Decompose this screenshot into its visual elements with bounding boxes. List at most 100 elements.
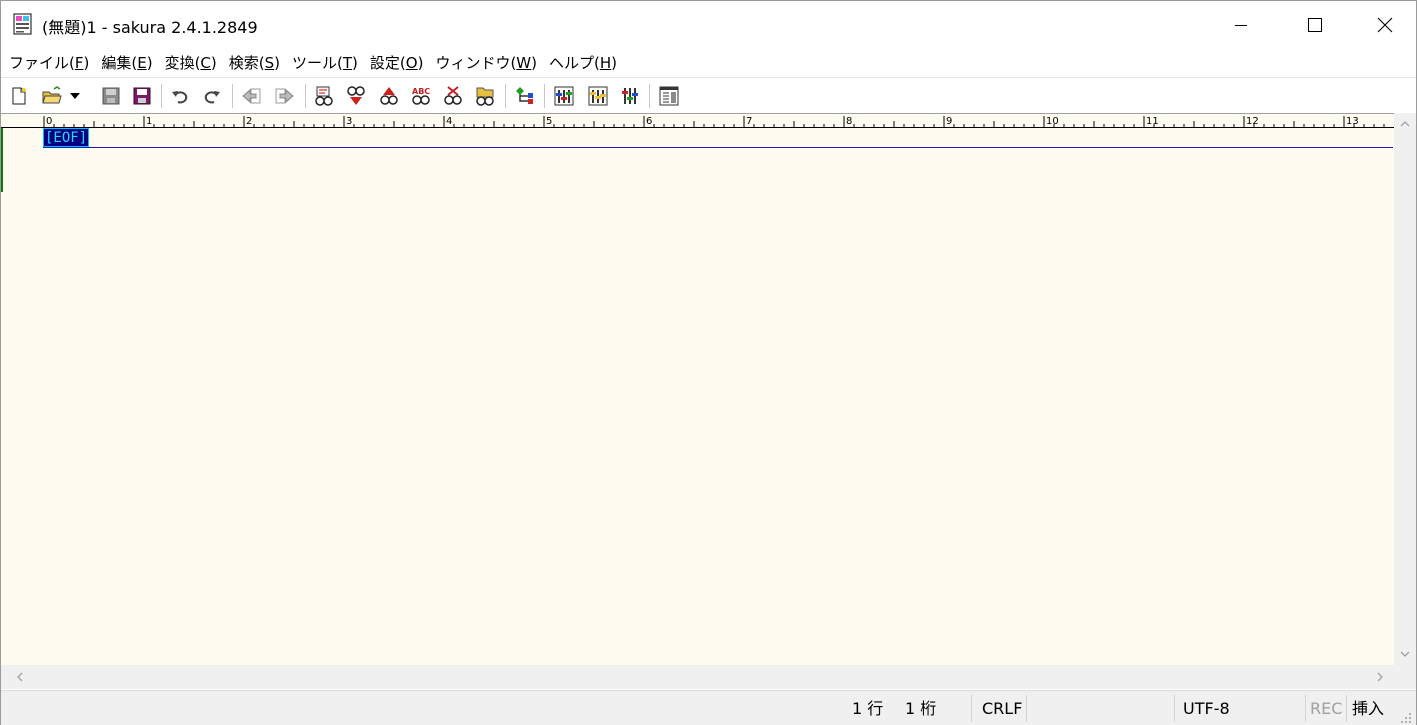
ruler-label: 11: [1146, 116, 1159, 127]
sakura-app-icon[interactable]: [13, 13, 33, 35]
menu-window[interactable]: ウィンドウ(W): [429, 50, 543, 76]
save-button[interactable]: [98, 83, 124, 109]
chevron-down-icon: [70, 93, 80, 99]
undo-icon: [172, 91, 188, 104]
window-list-icon: [659, 86, 679, 106]
svg-text:ABC: ABC: [412, 87, 430, 96]
close-button[interactable]: [1350, 1, 1417, 49]
ruler-label: 6: [646, 116, 652, 127]
app-window: (無題)1 - sakura 2.4.1.2849 ファイル(F) 編集(E) …: [0, 0, 1417, 725]
clear-mark-icon: [444, 86, 462, 105]
open-file-button[interactable]: [39, 83, 65, 109]
ruler-label: 13: [1346, 116, 1359, 127]
menu-edit[interactable]: 編集(E): [95, 50, 158, 76]
new-file-button[interactable]: [6, 83, 32, 109]
window-title: (無題)1 - sakura 2.4.1.2849: [42, 18, 258, 37]
new-file-icon: [12, 87, 26, 105]
ruler-label: 10: [1046, 116, 1059, 127]
grep-folder-icon: [476, 87, 494, 106]
chevron-left-icon: [17, 672, 23, 682]
redo-button[interactable]: [199, 83, 225, 109]
maximize-icon: [1308, 18, 1322, 32]
jump-forward-button[interactable]: [271, 83, 297, 109]
redo-icon: [204, 91, 220, 104]
horizontal-scrollbar[interactable]: [1, 665, 1394, 689]
minimize-icon: [1235, 25, 1247, 26]
ruler-label: 12: [1246, 116, 1259, 127]
menu-search[interactable]: 検索(S): [223, 50, 286, 76]
type-settings-icon: [588, 86, 608, 106]
open-dropdown-button[interactable]: [67, 83, 83, 109]
ruler-ticks: 0 1 2 3 4 5 6 7 8 9 10 11 12 13: [43, 116, 1385, 127]
open-folder-icon: [42, 86, 62, 104]
binoculars-search-icon: [315, 86, 333, 106]
ruler-label: 5: [546, 116, 552, 127]
menu-file[interactable]: ファイル(F): [3, 50, 95, 76]
search-next-button[interactable]: [343, 83, 369, 109]
status-separator: [1305, 695, 1306, 722]
status-encoding[interactable]: UTF-8: [1183, 691, 1230, 725]
scroll-down-button[interactable]: [1394, 643, 1416, 665]
search-button[interactable]: [311, 83, 337, 109]
common-settings-button[interactable]: [551, 83, 577, 109]
menu-help[interactable]: ヘルプ(H): [543, 50, 623, 76]
outline-tree-icon: [516, 87, 533, 104]
maximize-button[interactable]: [1280, 1, 1350, 49]
status-line-ending[interactable]: CRLF: [982, 691, 1022, 725]
search-down-icon: [347, 86, 365, 105]
chevron-down-icon: [1400, 651, 1410, 657]
status-macro-record[interactable]: REC: [1310, 691, 1342, 725]
grep-button[interactable]: [472, 83, 498, 109]
status-line-number[interactable]: 1 行: [852, 691, 883, 725]
ruler-label: 7: [746, 116, 752, 127]
close-icon: [1377, 17, 1393, 33]
jump-forward-icon: [275, 88, 294, 104]
replace-button[interactable]: ABC: [408, 83, 434, 109]
scroll-left-button[interactable]: [9, 665, 31, 689]
title-bar[interactable]: (無題)1 - sakura 2.4.1.2849: [1, 1, 1416, 49]
menu-convert[interactable]: 変換(C): [159, 50, 223, 76]
status-insert-mode[interactable]: 挿入: [1352, 691, 1384, 725]
menu-settings[interactable]: 設定(O): [364, 50, 430, 76]
save-all-icon: [133, 87, 151, 105]
scrollbar-corner: [1394, 665, 1416, 689]
settings-sliders-icon: [554, 86, 574, 106]
column-ruler[interactable]: 0 1 2 3 4 5 6 7 8 9 10 11 12 13: [1, 114, 1394, 128]
save-all-button[interactable]: [129, 83, 155, 109]
save-icon: [102, 87, 120, 105]
replace-icon: ABC: [412, 87, 430, 105]
status-separator: [1346, 695, 1347, 722]
jump-back-icon: [242, 88, 261, 104]
undo-button[interactable]: [167, 83, 193, 109]
ruler-label: 0: [46, 116, 52, 127]
window-list-button[interactable]: [656, 83, 682, 109]
ruler-label: 3: [346, 116, 352, 127]
clear-search-mark-button[interactable]: [440, 83, 466, 109]
toolbar: ABC: [1, 77, 1416, 113]
scroll-up-button[interactable]: [1394, 113, 1416, 135]
type-settings-button[interactable]: [585, 83, 611, 109]
text-editor-area[interactable]: 0 1 2 3 4 5 6 7 8 9 10 11 12 13 [EOF]: [1, 113, 1394, 665]
status-separator: [971, 695, 972, 722]
caret-underline: [43, 147, 1393, 148]
vertical-scrollbar[interactable]: [1394, 113, 1416, 665]
minimize-button[interactable]: [1206, 1, 1276, 49]
menu-tools[interactable]: ツール(T): [286, 50, 364, 76]
search-previous-button[interactable]: [376, 83, 402, 109]
outline-button[interactable]: [512, 83, 538, 109]
status-separator: [1026, 695, 1027, 722]
resize-grip-icon[interactable]: [1397, 709, 1413, 725]
ruler-label: 9: [946, 116, 952, 127]
chevron-right-icon: [1377, 672, 1383, 682]
toolbar-separator: [505, 84, 506, 108]
chevron-up-icon: [1400, 121, 1410, 127]
ruler-label: 8: [846, 116, 852, 127]
status-bar: 1 行 1 桁 CRLF UTF-8 REC 挿入: [1, 690, 1416, 725]
toolbar-separator: [305, 84, 306, 108]
scroll-right-button[interactable]: [1369, 665, 1391, 689]
status-column-number[interactable]: 1 桁: [905, 691, 936, 725]
toolbar-separator: [649, 84, 650, 108]
font-settings-button[interactable]: [617, 83, 643, 109]
ruler-label: 2: [246, 116, 252, 127]
jump-back-button[interactable]: [239, 83, 265, 109]
